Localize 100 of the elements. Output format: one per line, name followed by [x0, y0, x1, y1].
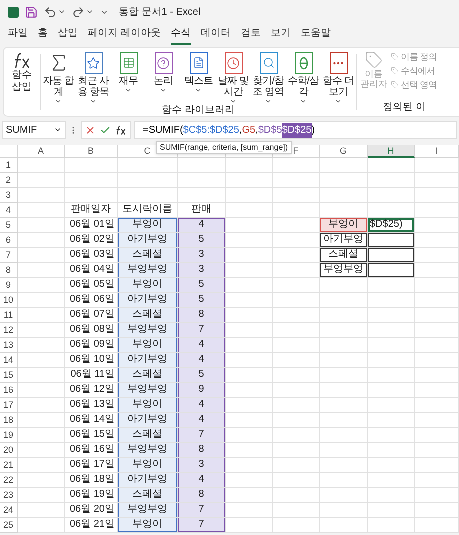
undo-icon[interactable] — [44, 6, 57, 18]
table-cell: 8 — [178, 488, 226, 503]
row-header[interactable]: 23 — [0, 488, 18, 503]
row-header[interactable]: 10 — [0, 293, 18, 308]
row-header[interactable]: 24 — [0, 503, 18, 518]
row-header[interactable]: 21 — [0, 458, 18, 473]
empty-cell — [273, 248, 320, 263]
function-category-button[interactable]: 텍스트 — [181, 48, 216, 105]
caret-icon[interactable] — [86, 8, 94, 16]
caret-icon — [265, 98, 272, 105]
row-header[interactable]: 19 — [0, 428, 18, 443]
empty-cell — [273, 443, 320, 458]
redo-icon[interactable] — [72, 6, 85, 18]
row-header[interactable]: 13 — [0, 338, 18, 353]
tag-icon — [391, 53, 399, 61]
ribbon-tab[interactable]: 도움말 — [300, 25, 331, 45]
caret-icon — [125, 87, 132, 94]
column-header[interactable]: I — [435, 145, 438, 157]
function-category-button[interactable]: 최근 사용 항목 — [76, 48, 111, 105]
cancel-icon[interactable] — [85, 124, 96, 136]
row-header[interactable]: 1 — [0, 158, 18, 173]
caret-icon[interactable] — [58, 8, 66, 16]
empty-cell — [118, 173, 178, 188]
row-header[interactable]: 22 — [0, 473, 18, 488]
empty-cell — [320, 323, 368, 338]
empty-cell — [368, 398, 415, 413]
ribbon-tab[interactable]: 수식 — [170, 25, 191, 45]
row-header[interactable]: 12 — [0, 323, 18, 338]
empty-cell — [368, 263, 415, 278]
function-category-button[interactable]: 논리 — [146, 48, 181, 105]
empty-cell — [368, 188, 415, 203]
row-header[interactable]: 3 — [0, 188, 18, 203]
empty-cell — [415, 413, 459, 428]
empty-cell — [226, 188, 273, 203]
table-cell: 9 — [178, 383, 226, 398]
empty-cell — [273, 158, 320, 173]
table-cell: 판매일자 — [65, 203, 118, 218]
ribbon-tab[interactable]: 보기 — [270, 25, 291, 45]
dots-book-icon — [330, 52, 348, 74]
row-header[interactable]: 4 — [0, 203, 18, 218]
ribbon-tab[interactable]: 페이지 레이아웃 — [88, 25, 161, 45]
function-category-button[interactable]: 재무 — [111, 48, 146, 105]
table-cell: 3 — [178, 263, 226, 278]
empty-cell — [368, 443, 415, 458]
table-cell: 부엉부엉 — [118, 323, 178, 338]
column-header[interactable]: C — [144, 145, 151, 157]
empty-cell — [273, 428, 320, 443]
row-header[interactable]: 25 — [0, 518, 18, 533]
row-header[interactable]: 17 — [0, 398, 18, 413]
row-header[interactable]: 9 — [0, 278, 18, 293]
row-header[interactable]: 15 — [0, 368, 18, 383]
row-header[interactable]: 2 — [0, 173, 18, 188]
table-cell: 3 — [178, 248, 226, 263]
row-header[interactable]: 8 — [0, 263, 18, 278]
column-header[interactable]: B — [88, 145, 94, 157]
function-category-button[interactable]: 함수 더 보기 — [321, 48, 356, 105]
name-box[interactable]: SUMIF — [2, 121, 66, 139]
table-cell: 스페셜 — [118, 428, 178, 443]
empty-cell — [415, 458, 459, 473]
row-header[interactable]: 7 — [0, 248, 18, 263]
function-category-button[interactable]: 수학/삼각 — [286, 48, 321, 105]
empty-cell — [415, 158, 459, 173]
table-cell: 스페셜 — [118, 248, 178, 263]
row-header[interactable]: 14 — [0, 353, 18, 368]
caret-icon — [90, 98, 97, 105]
function-category-button[interactable]: 날짜 및 시간 — [216, 48, 251, 105]
row-header[interactable]: 16 — [0, 383, 18, 398]
check-icon[interactable] — [100, 124, 111, 136]
column-header[interactable]: H — [368, 145, 415, 158]
ribbon-tab[interactable]: 삽입 — [58, 25, 78, 45]
column-header[interactable]: G — [340, 145, 347, 157]
table-cell: 4 — [178, 398, 226, 413]
ribbon-tab[interactable]: 홈 — [38, 25, 48, 45]
ribbon-tab[interactable]: 검토 — [240, 25, 261, 45]
star-book-icon — [84, 52, 102, 74]
row-header[interactable]: 11 — [0, 308, 18, 323]
empty-cell — [320, 158, 368, 173]
function-category-button[interactable]: 자동 합계 — [41, 48, 76, 105]
column-header[interactable]: A — [38, 145, 44, 157]
row-header[interactable]: 5 — [0, 218, 18, 233]
empty-cell — [65, 158, 118, 173]
insert-function-button[interactable]: 함수 삽입 — [4, 48, 40, 116]
ribbon-tab[interactable]: 데이터 — [200, 25, 231, 45]
empty-cell — [368, 308, 415, 323]
formula-field[interactable]: =SUMIF($C$5:$D$25,G5,$D$5$D$25) — [134, 121, 457, 139]
empty-cell — [368, 488, 415, 503]
empty-cell — [320, 443, 368, 458]
function-category-button[interactable]: 찾기/참조 영역 — [251, 48, 286, 105]
empty-cell — [320, 353, 368, 368]
row-header[interactable]: 20 — [0, 443, 18, 458]
row-header[interactable]: 6 — [0, 233, 18, 248]
function-icon[interactable] — [115, 124, 127, 136]
column-header[interactable]: F — [293, 145, 299, 157]
row-header[interactable]: 18 — [0, 413, 18, 428]
empty-cell — [415, 428, 459, 443]
text-book-icon — [190, 52, 208, 74]
save-icon[interactable] — [25, 6, 38, 18]
empty-cell — [178, 173, 226, 188]
ribbon-tab[interactable]: 파일 — [8, 25, 28, 45]
empty-cell — [118, 158, 178, 173]
